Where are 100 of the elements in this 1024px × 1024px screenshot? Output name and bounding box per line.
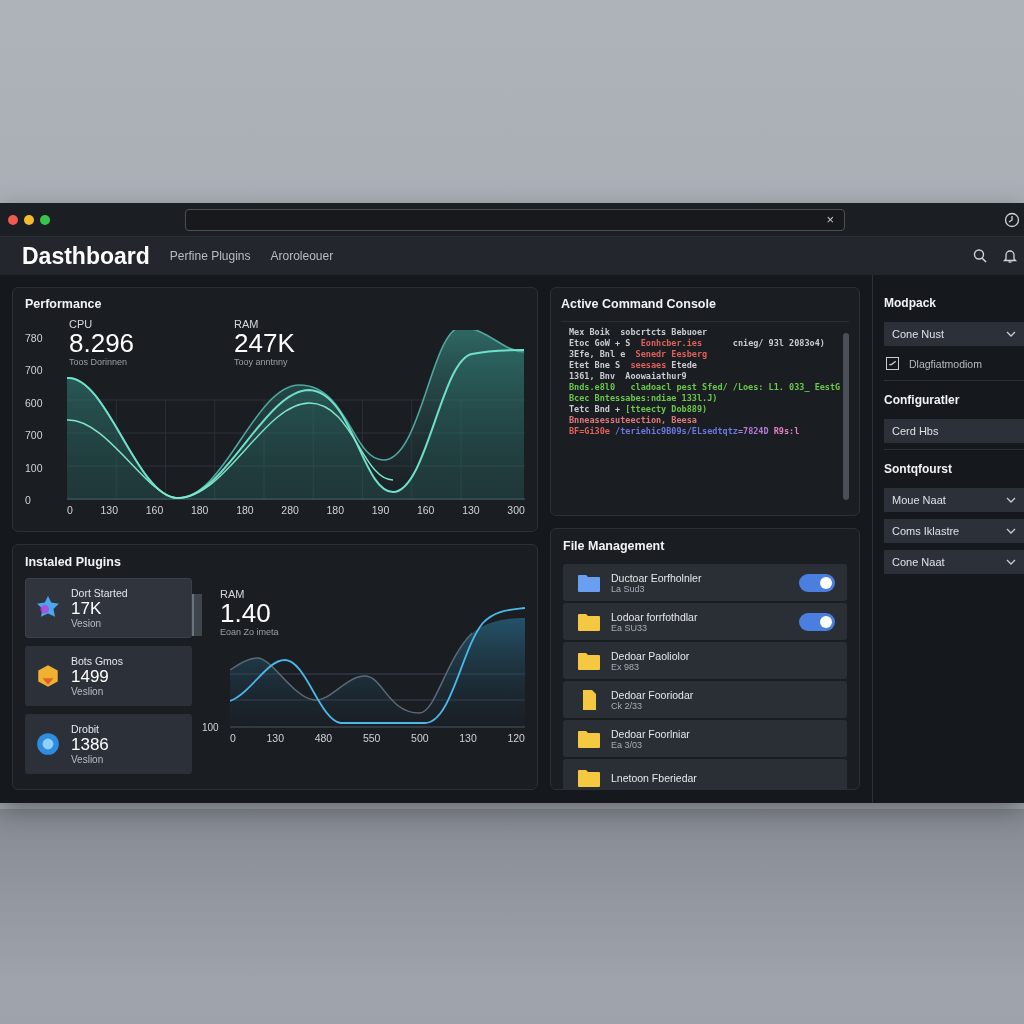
plugin-card[interactable]: Bots Gmos 1499 Veslion <box>25 646 192 706</box>
console-text: Mex Boik sobcrtcts Bebuoer <box>569 327 708 337</box>
close-window-button[interactable] <box>8 214 18 225</box>
plugin-name: Dort Started <box>71 586 128 599</box>
axis-label: 300 <box>507 504 525 518</box>
scrollbar-thumb[interactable] <box>192 594 202 636</box>
plugin-name: Bots Gmos <box>71 654 123 667</box>
file-detail: Ex 983 <box>611 661 641 672</box>
plugin-count: 1386 <box>71 734 109 755</box>
card-title: File Management <box>563 539 666 553</box>
file-row[interactable]: Lnetoon Fberiedar <box>563 759 847 789</box>
minimize-window-button[interactable] <box>24 214 34 225</box>
file-name: Lodoar forrfothdlar <box>611 610 699 623</box>
card-title: Active Command Console <box>561 297 717 311</box>
axis-label: 280 <box>281 504 299 518</box>
axis-label: 100 <box>202 722 220 733</box>
plugin-caption: Veslion <box>71 754 105 766</box>
file-row[interactable]: Ductoar Eorfholnler La Sud3 <box>563 564 847 601</box>
axis-label: 160 <box>145 504 164 518</box>
stat-value: 247K <box>234 330 295 358</box>
file-row[interactable]: Lodoar forrfothdlar Ea SU33 <box>563 603 847 640</box>
axis-label: 180 <box>236 504 254 518</box>
search-icon[interactable] <box>972 248 988 264</box>
console-text: /teriehic9B09s/ELsedtqtz <box>615 426 738 436</box>
axis-label: 700 <box>25 429 44 442</box>
dropdown[interactable]: Moue Naat <box>884 488 1024 512</box>
checkbox[interactable] <box>886 357 899 370</box>
section-title: Sontqfourst <box>884 462 953 476</box>
axis-label: 550 <box>362 732 381 746</box>
console-text: Etoc GoW + S <box>569 338 632 348</box>
console-text: Tetc Bnd + <box>569 404 622 414</box>
section-title: Configuratler <box>884 393 961 407</box>
section-title: Modpack <box>884 296 937 310</box>
nav-link[interactable]: Aroroleouer <box>270 249 334 263</box>
plugin-name: Drobit <box>71 722 100 735</box>
console-text: Bnds.e8l0 cladoacl pest Sfed/ /Loes: L1. 033_ EestG <box>569 382 841 392</box>
stat-label: RAM <box>234 318 259 330</box>
console-text: seesaes <box>630 360 667 370</box>
axis-label: 480 <box>314 732 333 746</box>
file-detail: Ck 2/33 <box>611 700 644 711</box>
hexagon-icon <box>35 663 61 689</box>
console-text: =7824D <box>737 426 770 436</box>
chevron-icon <box>1006 331 1016 337</box>
chevron-icon <box>1006 559 1016 565</box>
axis-label: 500 <box>411 732 429 746</box>
axis-label: 0 <box>25 493 32 506</box>
axis-label: 120 <box>507 732 525 746</box>
file-detail: Ea SU33 <box>611 622 649 633</box>
text-field[interactable]: Cerd Hbs <box>884 419 1024 443</box>
bell-icon[interactable] <box>1002 248 1018 264</box>
plugin-count: 17K <box>71 598 103 619</box>
stat-caption: Toos Dorinnen <box>69 357 128 368</box>
axis-label: 130 <box>266 732 285 746</box>
checkbox-label: Dlagfiatmodiom <box>909 357 982 370</box>
app-title: Dasthboard <box>22 242 150 270</box>
chevron-icon <box>1006 497 1016 503</box>
plugin-card[interactable]: Drobit 1386 Veslion <box>25 714 192 774</box>
clear-button[interactable]: × <box>816 213 844 226</box>
axis-label: 130 <box>459 732 477 746</box>
scrollbar-thumb[interactable] <box>843 333 849 500</box>
nav-link[interactable]: Perfine Plugins <box>169 249 251 263</box>
address-field[interactable]: × <box>185 208 845 231</box>
stat-caption: Tooy anntnny <box>234 357 288 368</box>
axis-label: 130 <box>100 504 119 518</box>
file-name: Dedoar Fooriodar <box>611 688 695 701</box>
stat-caption: Eoan Zo imeta <box>220 627 279 638</box>
axis-label: 190 <box>371 504 390 518</box>
axis-label: 180 <box>190 504 209 518</box>
dropdown[interactable]: Cone Nust <box>884 322 1024 346</box>
file-name: Lnetoon Fberiedar <box>611 771 698 784</box>
file-row[interactable]: Dedoar Foorlniar Ea 3/03 <box>563 720 847 757</box>
plugin-card[interactable]: Dort Started 17K Vesion <box>25 578 192 638</box>
file-name: Ductoar Eorfholnler <box>611 571 703 584</box>
axis-label: 100 <box>25 461 44 474</box>
console-text: [tteecty Dob889) <box>625 404 708 414</box>
dropdown[interactable]: Cone Naat <box>884 550 1024 574</box>
file-name: Dedoar Paoliolor <box>611 649 691 662</box>
console-text: Bcec Bntessabes:ndiae 133l.J) <box>569 393 718 403</box>
stat-label: RAM <box>220 588 245 600</box>
maximize-window-button[interactable] <box>40 214 50 225</box>
dropdown[interactable]: Coms Iklastre <box>884 519 1024 543</box>
axis-label: 0 <box>67 504 73 518</box>
clock-icon[interactable] <box>1004 211 1020 228</box>
console-text: R9s:l <box>773 426 800 436</box>
console-text: Eonhcber.ies <box>640 338 703 348</box>
file-detail: La Sud3 <box>611 583 646 594</box>
plugin-count: 1499 <box>71 666 110 687</box>
file-row[interactable]: Dedoar Paoliolor Ex 983 <box>563 642 847 679</box>
plugin-caption: Veslion <box>71 686 105 698</box>
console-text: Bnneasessuteection, Beesa <box>569 415 697 425</box>
axis-label: 160 <box>416 504 435 518</box>
toggle-switch[interactable] <box>799 573 835 592</box>
axis-label: 130 <box>462 504 480 518</box>
axis-label: 0 <box>230 732 236 746</box>
file-detail: Ea 3/03 <box>611 739 644 750</box>
file-row[interactable]: Dedoar Fooriodar Ck 2/33 <box>563 681 847 718</box>
badge-icon <box>35 731 61 757</box>
stat-label: CPU <box>69 318 93 330</box>
axis-label: 700 <box>25 364 44 377</box>
toggle-switch[interactable] <box>799 612 835 631</box>
